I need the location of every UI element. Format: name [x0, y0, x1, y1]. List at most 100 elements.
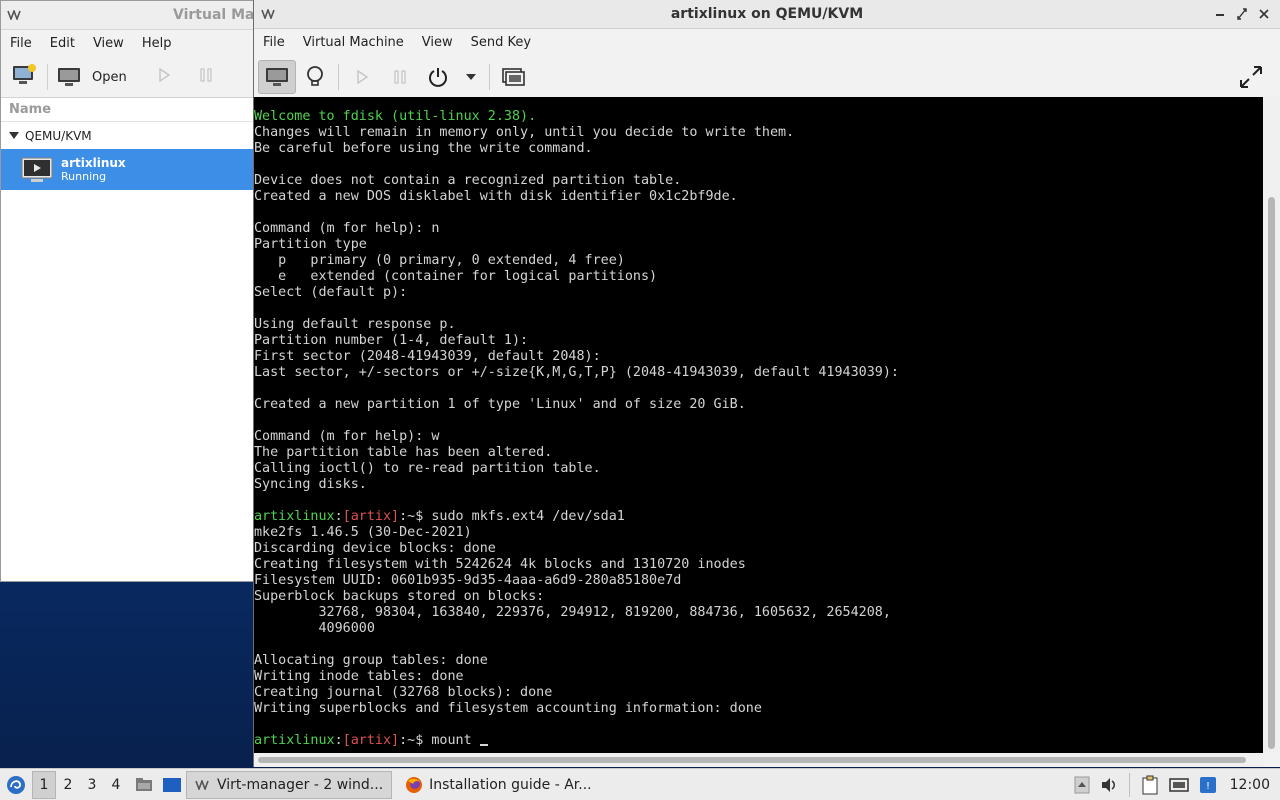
lightbulb-icon [307, 65, 323, 86]
terminal-line: Filesystem UUID: 0601b935-9d35-4aaa-a6d9… [254, 573, 682, 588]
vertical-scrollbar[interactable] [1263, 97, 1280, 753]
open-button[interactable]: Open [56, 66, 155, 88]
task-virt-manager[interactable]: Virt-manager - 2 wind... [186, 770, 393, 799]
menu-view[interactable]: View [413, 35, 462, 50]
console-toolbar [254, 56, 1280, 98]
play-icon [159, 67, 170, 83]
menu-file[interactable]: File [254, 35, 294, 50]
firefox-icon [406, 776, 423, 793]
column-header-name[interactable]: Name [1, 98, 255, 122]
menu-help[interactable]: Help [133, 36, 181, 51]
chevron-down-icon [466, 73, 476, 80]
pause-button[interactable] [197, 66, 215, 88]
vmm-titlebar[interactable]: Virtual Ma [1, 1, 255, 30]
terminal-line: Last sector, +/-sectors or +/-size{K,M,G… [254, 365, 899, 380]
desktop-icon [163, 777, 181, 792]
volume-icon[interactable] [1100, 777, 1118, 793]
terminal-line: Welcome to fdisk (util-linux 2.38). [254, 109, 537, 124]
terminal-line: Be careful before using the write comman… [254, 141, 593, 156]
console-titlebar[interactable]: artixlinux on QEMU/KVM [254, 0, 1280, 29]
close-icon[interactable] [1258, 7, 1270, 21]
taskbar: 1 2 3 4 Virt-manager - 2 wind... Install… [0, 768, 1280, 800]
prompt-tail: :~$ [399, 733, 432, 748]
toolbar-separator [489, 63, 490, 90]
vmm-title: Virtual Ma [173, 7, 255, 23]
menu-file[interactable]: File [1, 36, 41, 51]
horizontal-scrollbar[interactable] [254, 753, 1264, 767]
menu-send-key[interactable]: Send Key [462, 35, 540, 50]
prompt-dir: [artix] [342, 733, 400, 748]
run-button[interactable] [155, 66, 173, 88]
prompt-line: artixlinux:[artix]:~$ sudo mkfs.ext4 /de… [254, 509, 625, 524]
terminal-line: Device does not contain a recognized par… [254, 173, 682, 188]
vm-monitor-icon [21, 157, 53, 182]
shutdown-menu-button[interactable] [457, 60, 485, 94]
terminal-line: Writing inode tables: done [254, 669, 464, 684]
scrollbar-thumb[interactable] [258, 757, 1246, 763]
terminal-line: Command (m for help): w [254, 429, 440, 444]
terminal-line: 4096000 [254, 621, 375, 636]
task-firefox[interactable]: Installation guide - Ar... [396, 771, 601, 799]
vm-status: Running [61, 169, 107, 183]
expander-icon[interactable] [9, 132, 19, 139]
notification-icon[interactable]: ! [1199, 776, 1217, 794]
vmm-toolbar: Open [1, 57, 255, 98]
window-menu-icon[interactable] [7, 10, 23, 20]
network-icon[interactable] [1168, 776, 1189, 794]
workspace-4[interactable]: 4 [104, 771, 128, 799]
terminal-line: mke2fs 1.46.5 (30-Dec-2021) [254, 525, 472, 540]
file-manager-launcher[interactable] [134, 776, 154, 794]
command-text: mount [431, 733, 480, 748]
desktop-launcher[interactable] [162, 776, 182, 794]
minimize-icon[interactable] [1214, 7, 1226, 21]
show-details-button[interactable] [296, 60, 334, 94]
vmm-window: Virtual Ma File Edit View Help Open Name… [0, 0, 256, 582]
terminal-line: Writing superblocks and filesystem accou… [254, 701, 762, 716]
menu-edit[interactable]: Edit [41, 36, 84, 51]
new-vm-icon [13, 64, 36, 84]
shutdown-button[interactable] [419, 60, 457, 94]
vm-list-item[interactable]: artixlinux Running [1, 149, 255, 190]
prompt-colon: : [334, 733, 343, 748]
task-label: Installation guide - Ar... [429, 776, 592, 793]
prompt-tail: :~$ [399, 509, 432, 524]
terminal-line: Partition number (1-4, default 1): [254, 333, 529, 348]
terminal-line: Creating journal (32768 blocks): done [254, 685, 553, 700]
fullscreen-icon [1240, 66, 1262, 88]
terminal-line: e extended (container for logical partit… [254, 269, 658, 284]
pause-button[interactable] [381, 60, 419, 94]
start-menu-button[interactable] [0, 769, 32, 800]
new-vm-button[interactable] [11, 62, 39, 92]
workspace-1[interactable]: 1 [32, 770, 56, 799]
run-button[interactable] [343, 60, 381, 94]
tray-up-icon[interactable] [1074, 776, 1090, 794]
monitor-icon [266, 67, 288, 86]
terminal-line: Command (m for help): n [254, 221, 440, 236]
clock[interactable]: 12:00 [1230, 777, 1270, 793]
workspace-3[interactable]: 3 [80, 771, 104, 799]
fullscreen-button[interactable] [1232, 60, 1270, 94]
connection-label: QEMU/KVM [25, 128, 92, 143]
guest-terminal[interactable]: Welcome to fdisk (util-linux 2.38). Chan… [254, 97, 1264, 753]
clipboard-icon[interactable] [1141, 775, 1159, 795]
terminal-line: First sector (2048-41943039, default 204… [254, 349, 601, 364]
terminal-line: 32768, 98304, 163840, 229376, 294912, 81… [254, 605, 891, 620]
toolbar-separator [338, 63, 339, 90]
maximize-icon[interactable] [1236, 7, 1248, 21]
vm-text: artixlinux Running [61, 156, 126, 184]
snapshots-button[interactable] [494, 60, 532, 94]
pause-icon [394, 69, 406, 84]
connection-group-row[interactable]: QEMU/KVM [1, 122, 255, 149]
menu-virtual-machine[interactable]: Virtual Machine [294, 35, 413, 50]
system-tray: ! 12:00 [1069, 769, 1280, 800]
workspace-2[interactable]: 2 [56, 771, 80, 799]
scrollbar-thumb[interactable] [1268, 197, 1275, 749]
show-console-button[interactable] [258, 59, 296, 94]
terminal-line: Calling ioctl() to re-read partition tab… [254, 461, 601, 476]
terminal-line: Superblock backups stored on blocks: [254, 589, 545, 604]
terminal-line: Using default response p. [254, 317, 456, 332]
terminal-line: Partition type [254, 237, 367, 252]
menu-view[interactable]: View [84, 36, 133, 51]
swirl-logo-icon [7, 775, 25, 794]
terminal-output: Welcome to fdisk (util-linux 2.38). Chan… [254, 97, 1264, 749]
